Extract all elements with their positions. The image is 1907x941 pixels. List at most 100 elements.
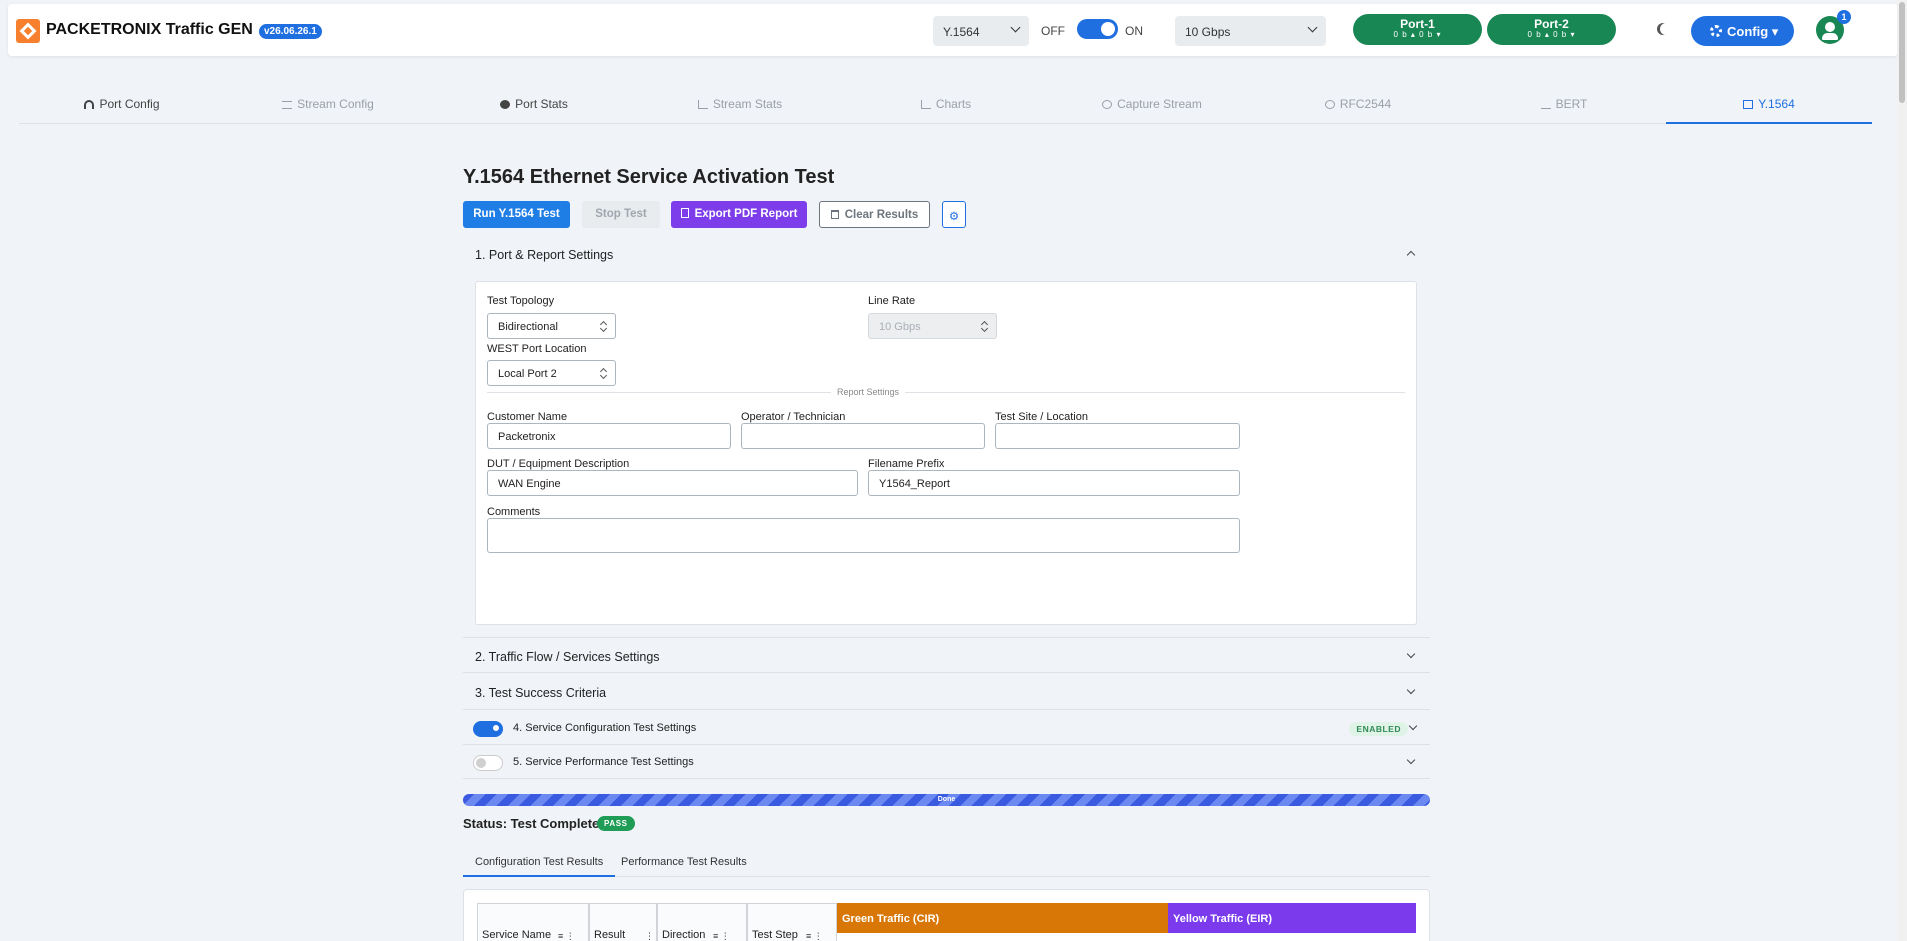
network-icon — [1743, 100, 1754, 109]
topology-select[interactable]: Bidirectional — [487, 313, 616, 339]
section-success-criteria[interactable]: 3. Test Success Criteria — [463, 674, 1430, 710]
line-rate-value: 10 Gbps — [879, 321, 921, 333]
tab-rfc2544[interactable]: RFC2544 — [1255, 84, 1461, 124]
waveform-icon — [1540, 100, 1551, 109]
updown-icon — [600, 321, 606, 331]
site-label: Test Site / Location — [995, 411, 1088, 423]
operator-label: Operator / Technician — [741, 411, 846, 423]
config-label: Config — [1727, 24, 1769, 39]
results-tabs: Configuration Test Results Performance T… — [463, 848, 1430, 877]
dark-mode-moon-icon[interactable] — [1660, 23, 1672, 35]
users-count-badge: 1 — [1837, 10, 1851, 24]
west-port-select[interactable]: Local Port 2 — [487, 360, 616, 386]
col-service-name[interactable]: Service Name ≡ ⋮ — [477, 903, 589, 941]
west-port-label: WEST Port Location — [487, 343, 587, 355]
tab-y1564[interactable]: Y.1564 — [1666, 84, 1872, 124]
config-button[interactable]: Config ▾ — [1691, 16, 1794, 46]
section-2-title: 2. Traffic Flow / Services Settings — [475, 650, 660, 664]
col-test-step[interactable]: Test Step ≡ ⋮ — [747, 903, 837, 941]
section-3-title: 3. Test Success Criteria — [475, 686, 607, 700]
top-navbar: PACKETRONIX Traffic GEN v26.06.26.1 Y.15… — [8, 4, 1898, 56]
rate-select[interactable]: 10 Gbps — [1175, 16, 1326, 46]
tab-performance-results[interactable]: Performance Test Results — [609, 848, 759, 877]
rate-select-value: 10 Gbps — [1185, 25, 1231, 39]
col-direction[interactable]: Direction ≡ ⋮ — [657, 903, 747, 941]
port-1-button[interactable]: Port-1 0 b ▴ 0 b ▾ — [1353, 14, 1482, 45]
section-config-test[interactable]: 4. Service Configuration Test Settings E… — [463, 711, 1430, 745]
tab-port-stats[interactable]: Port Stats — [431, 84, 637, 124]
gauge-icon — [84, 100, 95, 109]
tab-capture-stream[interactable]: Capture Stream — [1049, 84, 1255, 124]
filter-icon[interactable]: ≡ ⋮ — [713, 931, 730, 941]
pass-badge: PASS — [597, 816, 635, 831]
comments-textarea[interactable] — [487, 518, 1240, 553]
operator-input[interactable] — [741, 423, 985, 449]
site-input[interactable] — [995, 423, 1240, 449]
report-settings-divider — [487, 392, 1405, 393]
run-test-button[interactable]: Run Y.1564 Test — [463, 201, 570, 228]
packetronix-logo-icon — [16, 19, 40, 43]
port-1-status: 0 b ▴ 0 b ▾ — [1393, 30, 1442, 39]
tab-stream-config[interactable]: Stream Config — [225, 84, 431, 124]
port-2-name: Port-2 — [1534, 17, 1569, 31]
dut-label: DUT / Equipment Description — [487, 458, 630, 470]
export-pdf-button[interactable]: Export PDF Report — [671, 201, 807, 228]
chevron-down-icon — [1406, 649, 1416, 659]
main-tabs: Port Config Stream Config Port Stats Str… — [19, 84, 1872, 124]
topology-label: Test Topology — [487, 295, 555, 307]
settings-gear-button[interactable]: ⚙ — [942, 201, 966, 228]
mode-select[interactable]: Y.1564 — [933, 16, 1029, 46]
green-traffic-group: Green Traffic (CIR) — [837, 903, 1168, 933]
prefix-input[interactable]: Y1564_Report — [868, 470, 1240, 496]
menu-icon[interactable]: ⋮ — [645, 931, 654, 941]
clear-results-button[interactable]: Clear Results — [819, 201, 930, 228]
updown-icon — [600, 368, 606, 378]
list-icon — [282, 101, 293, 109]
enabled-badge: ENABLED — [1349, 722, 1408, 736]
chevron-down-icon — [1406, 685, 1416, 695]
line-rate-select[interactable]: 10 Gbps — [868, 313, 997, 339]
gear-icon — [1710, 25, 1722, 37]
traffic-toggle[interactable] — [1077, 19, 1118, 39]
yellow-traffic-group: Yellow Traffic (EIR) — [1168, 903, 1416, 933]
config-test-toggle[interactable] — [473, 721, 503, 737]
dut-input[interactable]: WAN Engine — [487, 470, 858, 496]
tab-config-results[interactable]: Configuration Test Results — [463, 848, 616, 877]
comments-label: Comments — [487, 506, 541, 518]
tab-port-config[interactable]: Port Config — [19, 84, 225, 124]
filter-icon[interactable]: ≡ ⋮ — [558, 931, 575, 941]
port-2-button[interactable]: Port-2 0 b ▴ 0 b ▾ — [1487, 14, 1616, 45]
tab-charts[interactable]: Charts — [843, 84, 1049, 124]
chevron-down-icon — [1406, 755, 1416, 765]
on-label: ON — [1125, 24, 1143, 38]
line-rate-label: Line Rate — [868, 295, 916, 307]
section-traffic-flow[interactable]: 2. Traffic Flow / Services Settings — [463, 637, 1430, 673]
test-status: Status: Test Complete — [463, 816, 600, 831]
section-port-report-settings[interactable]: 1. Port & Report Settings — [463, 236, 1430, 272]
tab-bert[interactable]: BERT — [1461, 84, 1667, 124]
port-1-name: Port-1 — [1400, 17, 1435, 31]
performance-test-toggle[interactable] — [473, 755, 503, 771]
test-progress-bar: Done — [463, 794, 1430, 806]
gear-icon: ⚙ — [948, 211, 960, 223]
tab-stream-stats[interactable]: Stream Stats — [637, 84, 843, 124]
search-icon — [1102, 100, 1113, 109]
brand-name: PACKETRONIX Traffic GEN — [46, 21, 253, 38]
line-chart-icon — [697, 100, 708, 109]
results-table: Service Name ≡ ⋮ Result ⋮ Direction ≡ ⋮ Tes… — [463, 889, 1430, 941]
file-pdf-icon — [680, 208, 689, 218]
customer-input[interactable]: Packetronix — [487, 423, 731, 449]
stop-test-button[interactable]: Stop Test — [582, 201, 660, 228]
section-performance-test[interactable]: 5. Service Performance Test Settings — [463, 745, 1430, 779]
col-result[interactable]: Result ⋮ — [589, 903, 657, 941]
prefix-label: Filename Prefix — [868, 458, 945, 470]
chevron-up-icon — [1406, 250, 1416, 260]
chevron-down-icon — [1408, 721, 1418, 731]
mode-select-value: Y.1564 — [943, 25, 980, 39]
filter-icon[interactable]: ≡ ⋮ — [806, 931, 823, 941]
off-label: OFF — [1041, 24, 1065, 38]
west-port-value: Local Port 2 — [498, 368, 557, 380]
chevron-down-icon — [1307, 22, 1318, 33]
page-scrollbar[interactable] — [1897, 0, 1907, 941]
version-badge: v26.06.26.1 — [259, 24, 322, 39]
